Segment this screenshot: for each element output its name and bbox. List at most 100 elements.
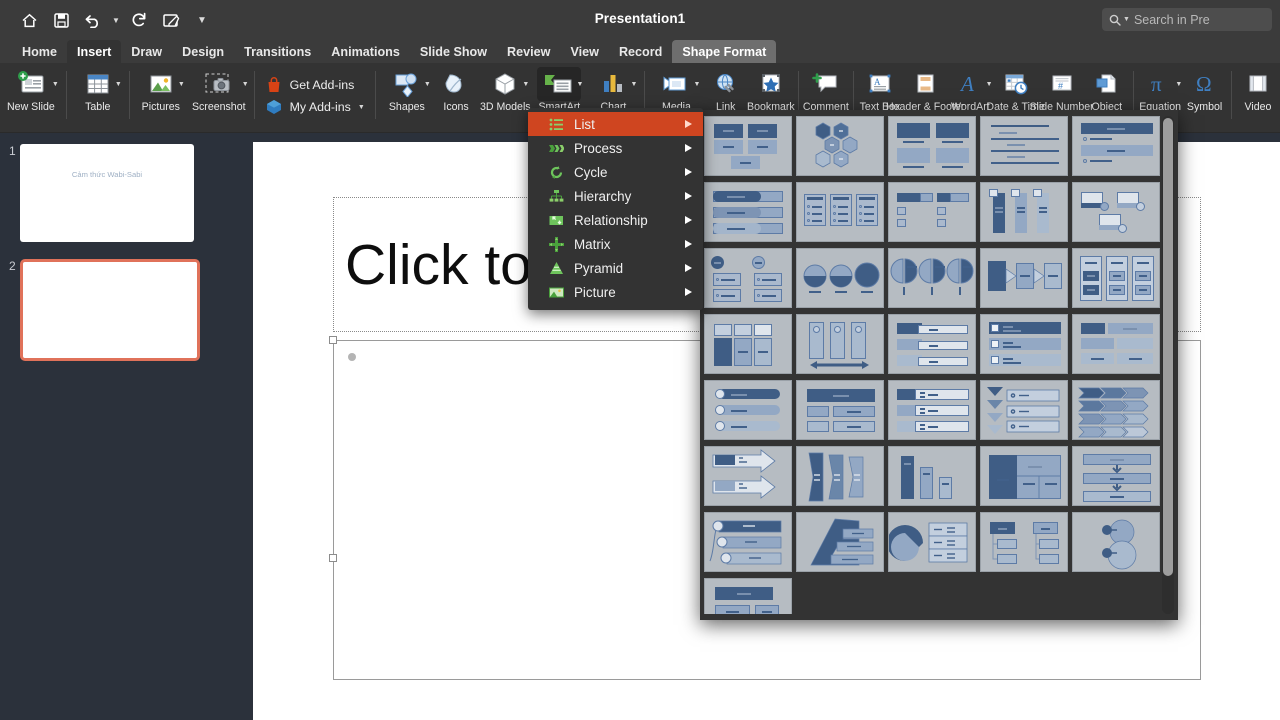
tab-slide-show[interactable]: Slide Show <box>410 40 497 63</box>
video-button[interactable]: Video <box>1236 63 1280 129</box>
smartart-layout-item[interactable] <box>796 116 884 176</box>
smartart-menu-item-cycle[interactable]: Cycle <box>528 160 703 184</box>
tab-animations[interactable]: Animations <box>321 40 410 63</box>
smartart-layout-item[interactable] <box>704 446 792 506</box>
smartart-menu-item-relationship[interactable]: Relationship <box>528 208 703 232</box>
smartart-layout-item[interactable] <box>704 380 792 440</box>
3d-models-dropdown-caret[interactable]: ▼ <box>522 81 529 88</box>
my-addins-button[interactable]: My Add-ins ▼ <box>265 98 365 116</box>
smartart-layout-item[interactable] <box>980 182 1068 242</box>
new-slide-button[interactable]: ▼ New Slide <box>0 63 62 129</box>
table-button[interactable]: ▼ Table <box>71 63 125 129</box>
smartart-menu-item-pyramid[interactable]: Pyramid <box>528 256 703 280</box>
slide-thumbnail-2[interactable] <box>20 259 200 361</box>
shapes-button[interactable]: ▼ Shapes <box>380 63 434 129</box>
slide-number-2: 2 <box>9 259 16 273</box>
smartart-layout-item[interactable] <box>704 116 792 176</box>
shapes-dropdown-caret[interactable]: ▼ <box>424 81 431 88</box>
smartart-layout-item[interactable] <box>704 314 792 374</box>
smartart-layout-item[interactable] <box>1072 248 1160 308</box>
equation-dropdown-caret[interactable]: ▼ <box>1175 81 1182 88</box>
table-dropdown-caret[interactable]: ▼ <box>115 81 122 88</box>
get-addins-button[interactable]: Get Add-ins <box>265 76 365 94</box>
media-dropdown-caret[interactable]: ▼ <box>694 81 701 88</box>
smartart-layout-item[interactable] <box>1072 380 1160 440</box>
smartart-layout-item[interactable] <box>704 578 792 614</box>
symbol-button[interactable]: Ω Symbol <box>1182 63 1226 129</box>
smartart-category-menu[interactable]: List Process Cycle Hierarchy Relationshi… <box>528 108 703 310</box>
smartart-layout-gallery[interactable] <box>700 110 1178 620</box>
smartart-layout-item[interactable] <box>1072 314 1160 374</box>
smartart-layout-item[interactable] <box>888 512 976 572</box>
smartart-layout-item[interactable] <box>888 182 976 242</box>
smartart-layout-item[interactable] <box>888 380 976 440</box>
ribbon-separator <box>128 71 130 119</box>
tab-home[interactable]: Home <box>12 40 67 63</box>
wordart-dropdown-caret[interactable]: ▼ <box>986 81 993 88</box>
smartart-layout-item[interactable] <box>1072 512 1160 572</box>
smartart-layout-item[interactable] <box>796 380 884 440</box>
smartart-layout-item[interactable] <box>888 314 976 374</box>
3d-models-button[interactable]: ▼ 3D Models <box>478 63 532 129</box>
object-icon <box>1093 67 1121 101</box>
pictures-dropdown-caret[interactable]: ▼ <box>178 81 185 88</box>
pictures-button[interactable]: ▼ Pictures <box>134 63 188 129</box>
table-label: Table <box>85 101 111 113</box>
smartart-menu-item-picture[interactable]: Picture <box>528 280 703 304</box>
slide-thumbnail-pane[interactable]: 1 Cảm thức Wabi-Sabi 2 <box>0 133 236 720</box>
screenshot-button[interactable]: ▼ Screenshot <box>188 63 250 129</box>
search-input[interactable]: ▼ Search in Pre <box>1102 8 1272 31</box>
icons-button[interactable]: Icons <box>434 63 478 129</box>
smartart-layout-item[interactable] <box>980 116 1068 176</box>
smartart-layout-item[interactable] <box>704 248 792 308</box>
gallery-scrollbar-thumb[interactable] <box>1163 118 1173 576</box>
smartart-layout-item[interactable] <box>980 380 1068 440</box>
smartart-menu-item-matrix[interactable]: Matrix <box>528 232 703 256</box>
slide-number-1: 1 <box>9 144 16 158</box>
smartart-layout-item[interactable] <box>1072 182 1160 242</box>
smartart-menu-label-relationship: Relationship <box>574 212 648 228</box>
tab-shape-format[interactable]: Shape Format <box>672 40 777 63</box>
slide-entry-2[interactable]: 2 <box>0 259 200 361</box>
screenshot-dropdown-caret[interactable]: ▼ <box>242 81 249 88</box>
smartart-layout-item[interactable] <box>888 116 976 176</box>
smartart-layout-item[interactable] <box>980 512 1068 572</box>
smartart-layout-item[interactable] <box>796 314 884 374</box>
tab-view[interactable]: View <box>560 40 608 63</box>
my-addins-dropdown-caret[interactable]: ▼ <box>358 104 365 111</box>
smartart-menu-item-hierarchy[interactable]: Hierarchy <box>528 184 703 208</box>
slide-entry-1[interactable]: 1 Cảm thức Wabi-Sabi <box>0 144 194 242</box>
chevron-right-icon <box>685 120 692 128</box>
tab-review[interactable]: Review <box>497 40 560 63</box>
smartart-layout-item[interactable] <box>1072 116 1160 176</box>
smartart-layout-item[interactable] <box>980 248 1068 308</box>
tab-record[interactable]: Record <box>609 40 672 63</box>
tab-insert[interactable]: Insert <box>67 40 122 63</box>
tab-design[interactable]: Design <box>172 40 234 63</box>
smartart-layout-item[interactable] <box>704 512 792 572</box>
smartart-layout-item[interactable] <box>796 446 884 506</box>
tab-transitions[interactable]: Transitions <box>234 40 321 63</box>
tab-draw[interactable]: Draw <box>121 40 172 63</box>
search-dropdown-caret[interactable]: ▼ <box>1123 16 1130 23</box>
smartart-layout-item[interactable] <box>1072 446 1160 506</box>
chart-dropdown-caret[interactable]: ▼ <box>631 81 638 88</box>
resize-handle-top-left[interactable] <box>329 336 337 344</box>
slide-thumbnail-1[interactable]: Cảm thức Wabi-Sabi <box>20 144 194 242</box>
smartart-menu-item-list[interactable]: List <box>528 112 703 136</box>
resize-handle-middle-left[interactable] <box>329 554 337 562</box>
smartart-layout-item[interactable] <box>796 182 884 242</box>
smartart-layout-item[interactable] <box>796 248 884 308</box>
smartart-layout-item[interactable] <box>980 314 1068 374</box>
smartart-layout-item[interactable] <box>888 446 976 506</box>
new-slide-dropdown-caret[interactable]: ▼ <box>52 81 59 88</box>
smartart-layout-item[interactable] <box>796 512 884 572</box>
smartart-layout-item[interactable] <box>704 182 792 242</box>
shapes-icon <box>392 67 422 101</box>
screenshot-icon <box>203 67 235 101</box>
smartart-menu-item-process[interactable]: Process <box>528 136 703 160</box>
smartart-dropdown-caret[interactable]: ▼ <box>576 81 583 88</box>
smartart-layout-item[interactable] <box>888 248 976 308</box>
smartart-layout-item[interactable] <box>980 446 1068 506</box>
gallery-scrollbar[interactable] <box>1162 116 1174 614</box>
